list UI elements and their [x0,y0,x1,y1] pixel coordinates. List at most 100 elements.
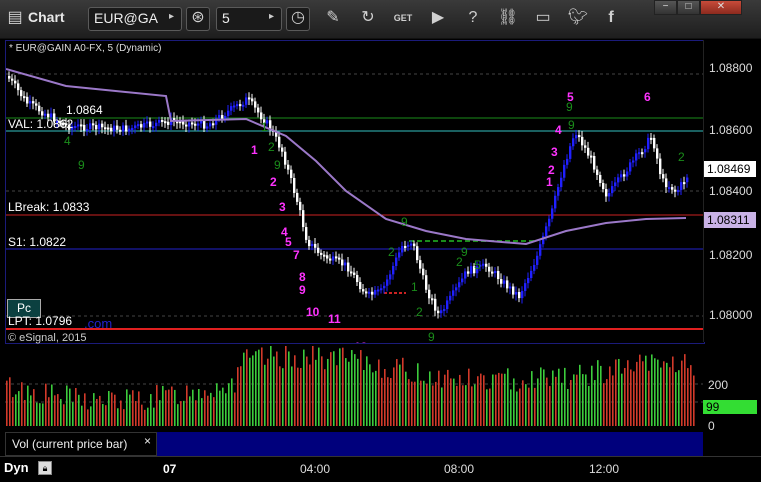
twitter-icon[interactable]: 🐦︎ [567,8,589,30]
volume-bar [534,387,536,426]
candle [221,115,224,119]
link-icon[interactable]: ⛓ [497,8,519,30]
volume-bar [141,404,143,426]
volume-bar [573,374,575,426]
play-icon[interactable]: ▶ [427,8,449,30]
candle [89,123,92,129]
candle [167,121,170,125]
settings-dial-icon[interactable]: ⊛ [186,7,210,31]
clock-icon[interactable]: ◷ [286,7,310,31]
val-label: VAL: 1.0862 [8,117,74,131]
y-tick: 1.08000 [709,308,753,322]
refresh-icon[interactable]: ↻ [357,8,379,30]
candle [128,128,131,132]
volume-bar [582,374,584,426]
candle [203,120,206,129]
candle [464,271,467,279]
volume-bar [510,389,512,426]
candle [137,124,140,127]
candle [140,124,143,128]
chat-icon[interactable]: ▭ [532,8,554,30]
volume-bar [678,370,680,426]
candle [248,97,251,100]
symbol-input[interactable]: EUR@GA ▸ [88,7,182,31]
setup-label: 9 [78,158,85,172]
moving-average-line [6,68,687,246]
candle [227,110,230,116]
time-axis[interactable]: Dyn 🔒︎ 07 04:00 08:00 12:00 [0,456,761,482]
volume-bar [348,361,350,426]
volume-bar [546,377,548,426]
candle [482,263,485,266]
count-label: 1 [251,143,258,157]
help-icon[interactable]: ? [462,8,484,30]
candle [434,298,437,311]
volume-bar [129,394,131,426]
volume-bar [552,370,554,426]
candle [497,271,500,280]
interval-dropdown-icon[interactable]: ▸ [269,11,274,22]
price-plot[interactable]: 123457891011131234564912992129295929 * E… [5,40,705,344]
dyn-label[interactable]: Dyn [4,460,29,475]
facebook-icon[interactable]: f [600,8,622,30]
candle [152,126,155,129]
candle [605,189,608,197]
candle [251,98,254,102]
candle [326,255,329,259]
volume-study-tab[interactable]: Vol (current price bar) × [5,432,157,456]
setup-label: 2 [416,305,423,319]
volume-bar [462,385,464,426]
close-button[interactable]: ✕ [700,0,742,15]
volume-bar [684,354,686,426]
setup-label: 9 [566,100,573,114]
candle [293,177,296,193]
setup-label: 4 [64,134,71,148]
volume-bar [225,393,227,426]
volume-close-icon[interactable]: × [144,434,151,448]
volume-bar [120,400,122,426]
interval-input[interactable]: 5 ▸ [216,7,282,31]
volume-bar [357,358,359,426]
volume-bar [150,394,152,426]
price-axis[interactable]: 1.08800 1.08600 1.08400 1.08200 1.08000 … [703,40,759,342]
candle [296,192,299,202]
setup-label: 2 [388,245,395,259]
candle [77,124,80,127]
vol-tick: 0 [708,419,715,433]
candle [155,122,158,127]
candle [500,279,503,284]
candle [587,147,590,156]
maximize-button[interactable]: □ [677,0,700,15]
volume-current-tag: 99 [703,400,757,414]
candle [686,177,689,183]
symbol-dropdown-icon[interactable]: ▸ [169,11,174,22]
get-icon[interactable]: GET [392,8,414,30]
volume-bar [309,364,311,426]
candle [446,300,449,310]
volume-bar [645,355,647,426]
volume-pane[interactable] [5,346,703,432]
x-tick: 04:00 [300,462,331,476]
volume-bar [600,365,602,426]
candle [557,187,560,196]
candle [449,295,452,301]
count-label: 6 [644,90,651,104]
volume-bar [162,385,164,426]
volume-bar [618,358,620,426]
candle [74,126,77,129]
pencil-icon[interactable]: ✎ [322,8,344,30]
candle [494,271,497,274]
candle [191,122,194,125]
candle [539,244,542,256]
volume-bar [51,384,53,426]
candle [530,270,533,279]
candle [644,149,647,153]
candle [308,239,311,247]
candle [161,119,164,122]
candle [653,137,656,149]
volume-bar [465,385,467,426]
lock-icon[interactable]: 🔒︎ [38,461,52,475]
window-title: Chart [28,9,65,25]
volume-bar [81,405,83,426]
minimize-button[interactable]: − [654,0,677,15]
